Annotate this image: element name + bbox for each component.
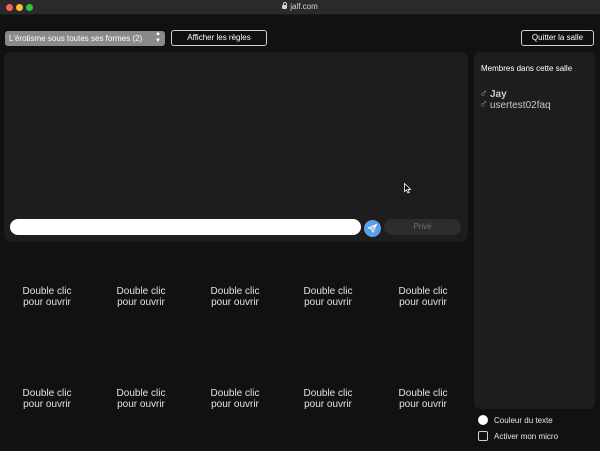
video-slot[interactable]: Double clic pour ouvrir: [378, 388, 468, 410]
room-select[interactable]: L'érotisme sous toutes ses formes (2) ▲ ▼: [5, 31, 165, 46]
leave-room-button[interactable]: Quitter la salle: [521, 30, 594, 46]
send-icon: [368, 224, 377, 233]
message-input[interactable]: [10, 219, 361, 235]
video-slot[interactable]: Double clic pour ouvrir: [283, 286, 373, 308]
chat-panel: Privé: [4, 52, 468, 242]
video-slot[interactable]: Double clic pour ouvrir: [96, 286, 186, 308]
video-slot[interactable]: Double clic pour ouvrir: [190, 388, 280, 410]
video-slot[interactable]: Double clic pour ouvrir: [283, 388, 373, 410]
private-button[interactable]: Privé: [384, 219, 461, 235]
enable-mic-label: Activer mon micro: [494, 432, 559, 441]
send-button[interactable]: [364, 220, 381, 237]
video-slot[interactable]: Double clic pour ouvrir: [96, 388, 186, 410]
member-name: usertest02faq: [490, 100, 551, 111]
enable-mic-checkbox[interactable]: [478, 431, 488, 441]
lock-icon: [282, 2, 288, 9]
show-rules-button[interactable]: Afficher les règles: [171, 30, 267, 46]
video-slot[interactable]: Double clic pour ouvrir: [2, 388, 92, 410]
mouse-cursor-icon: [404, 183, 412, 194]
members-panel: Membres dans cette salle ♂ Jay ♂ usertest0…: [474, 52, 595, 409]
address-bar[interactable]: jalf.com: [0, 2, 600, 11]
male-icon: ♂: [479, 97, 488, 111]
browser-title-bar: jalf.com: [0, 0, 600, 15]
members-title: Membres dans cette salle: [481, 64, 573, 73]
video-slot[interactable]: Double clic pour ouvrir: [2, 286, 92, 308]
select-arrows-icon: ▲ ▼: [155, 31, 161, 44]
text-color-label: Couleur du texte: [494, 416, 553, 425]
room-select-value: L'érotisme sous toutes ses formes (2): [9, 34, 143, 43]
video-slot[interactable]: Double clic pour ouvrir: [378, 286, 468, 308]
url-text: jalf.com: [290, 2, 318, 11]
member-item[interactable]: ♂ usertest02faq: [479, 97, 551, 111]
text-color-picker[interactable]: [478, 415, 488, 425]
video-slot[interactable]: Double clic pour ouvrir: [190, 286, 280, 308]
